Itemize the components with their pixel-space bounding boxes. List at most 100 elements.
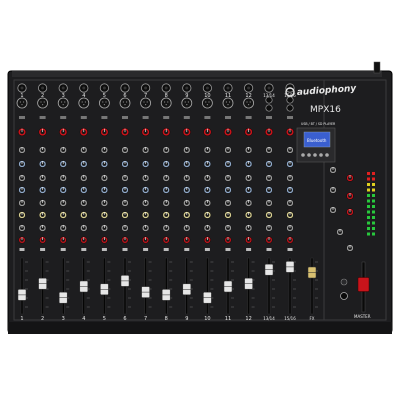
fader-track-7 <box>144 257 147 315</box>
channel-bottom-label-7: 7 <box>144 316 147 322</box>
channel-bottom-label-4: 4 <box>82 316 85 322</box>
channel-bottom-label-15: FX <box>309 316 314 321</box>
meter-led-l-2 <box>367 177 370 181</box>
input-jack-hole-12 <box>247 86 251 90</box>
stereo-jack-r-13 <box>265 104 273 112</box>
xlr-pin-c-12 <box>248 104 250 106</box>
ch12-pfl-button <box>246 248 252 251</box>
xlr-pin-a-5 <box>102 101 104 103</box>
ch5-switch <box>101 116 108 119</box>
input-jack-hole-9 <box>185 86 189 90</box>
xlr-input-4 <box>78 97 90 109</box>
xlr-pin-c-11 <box>227 104 229 106</box>
meter-led-l-8 <box>367 210 370 214</box>
ch14-switch <box>287 116 293 119</box>
ch10-switch <box>204 116 211 119</box>
meter-led-r-10 <box>372 221 375 225</box>
model-name: MPX16 <box>310 105 341 115</box>
channel-bottom-label-6: 6 <box>123 316 126 322</box>
master-fader-cap <box>357 277 370 292</box>
ch8-switch <box>163 116 170 119</box>
input-jack-hole-4 <box>82 86 86 90</box>
channel-top-label-2: 2 <box>41 93 44 99</box>
xlr-pin-a-9 <box>184 101 186 103</box>
xlr-pin-c-2 <box>42 104 44 106</box>
input-jack-hole-7 <box>144 86 148 90</box>
channel-bottom-label-9: 9 <box>185 316 188 322</box>
mixer-photo: 1 2 3 4 5 6 7 8 9 10 11 12 13/14 15/16 1 2 3 4 5 6 7 8 9 10 11 1… <box>0 0 400 400</box>
channel-top-label-10: 10 <box>204 93 210 99</box>
xlr-pin-a-4 <box>81 101 83 103</box>
mixer-bottom-lip <box>8 322 392 334</box>
meter-led-l-6 <box>367 199 370 203</box>
meter-led-r-9 <box>372 216 375 219</box>
player-button-2 <box>307 153 311 157</box>
player-bluetooth-label: Bluetooth <box>307 138 327 143</box>
meter-led-l-10 <box>367 221 370 225</box>
xlr-pin-b-1 <box>23 101 25 103</box>
meter-led-l-12 <box>367 232 370 236</box>
meter-led-l-9 <box>367 216 370 219</box>
meter-led-l-7 <box>367 205 370 208</box>
ch1-switch <box>19 116 25 119</box>
rear-connector-strip <box>12 71 382 77</box>
ch4-pfl-button <box>81 248 87 251</box>
channel-bottom-label-12: 12 <box>245 316 251 322</box>
power-switch <box>373 61 381 74</box>
input-jack-hole-6 <box>123 86 127 90</box>
stereo-jack-r-14 <box>286 104 294 112</box>
ch13-switch <box>266 116 272 119</box>
input-jack-hole-5 <box>102 86 106 90</box>
meter-led-r-8 <box>372 210 375 214</box>
xlr-pin-c-10 <box>206 104 208 106</box>
ch9-pfl-button <box>184 248 190 251</box>
channel-top-label-9: 9 <box>185 93 188 99</box>
xlr-input-2 <box>37 97 48 109</box>
xlr-pin-a-10 <box>205 101 207 103</box>
xlr-pin-c-7 <box>145 104 147 106</box>
xlr-pin-b-5 <box>105 101 107 103</box>
channel-top-label-8: 8 <box>165 93 168 99</box>
ch10-pfl-button <box>204 248 210 251</box>
fader-track-10 <box>206 257 209 315</box>
meter-led-r-11 <box>372 227 375 230</box>
xlr-input-11 <box>222 97 234 109</box>
input-jack-hole-10 <box>205 86 209 90</box>
meter-led-l-5 <box>367 194 370 197</box>
xlr-pin-a-6 <box>122 101 124 103</box>
meter-led-l-11 <box>367 227 370 230</box>
meter-led-l-1 <box>367 172 370 175</box>
xlr-input-1 <box>16 97 28 109</box>
ch11-pfl-button <box>225 248 231 251</box>
xlr-pin-b-3 <box>64 101 66 103</box>
ch11-switch <box>225 116 231 119</box>
xlr-pin-a-12 <box>246 101 248 103</box>
xlr-pin-c-8 <box>165 104 167 106</box>
xlr-pin-a-1 <box>19 101 21 103</box>
ch14-pfl-button <box>287 248 293 251</box>
ch6-switch <box>122 116 128 119</box>
channel-bottom-label-14: 15/16 <box>284 316 296 321</box>
xlr-pin-c-6 <box>124 104 126 106</box>
channel-bottom-label-2: 2 <box>41 316 44 322</box>
channel-bottom-label-5: 5 <box>103 316 106 322</box>
meter-led-r-1 <box>372 172 375 175</box>
player-button-1 <box>301 153 305 157</box>
ch7-switch <box>142 116 149 119</box>
xlr-input-3 <box>57 97 69 109</box>
meter-led-l-4 <box>367 188 370 192</box>
xlr-input-12 <box>243 97 255 109</box>
headphone-knob <box>340 278 348 286</box>
xlr-pin-c-3 <box>62 104 64 106</box>
channel-top-label-5: 5 <box>103 93 106 99</box>
ch3-switch <box>60 116 67 119</box>
input-jack-hole-13 <box>267 86 271 90</box>
channel-bottom-label-11: 11 <box>225 316 231 322</box>
input-jack-hole-1 <box>20 86 24 90</box>
xlr-pin-b-6 <box>126 101 128 103</box>
ch13-pfl-button <box>266 248 272 251</box>
player-button-4 <box>319 153 323 157</box>
meter-led-l-3 <box>367 183 370 186</box>
input-jack-hole-11 <box>226 86 230 90</box>
master-label: MASTER <box>354 314 371 319</box>
